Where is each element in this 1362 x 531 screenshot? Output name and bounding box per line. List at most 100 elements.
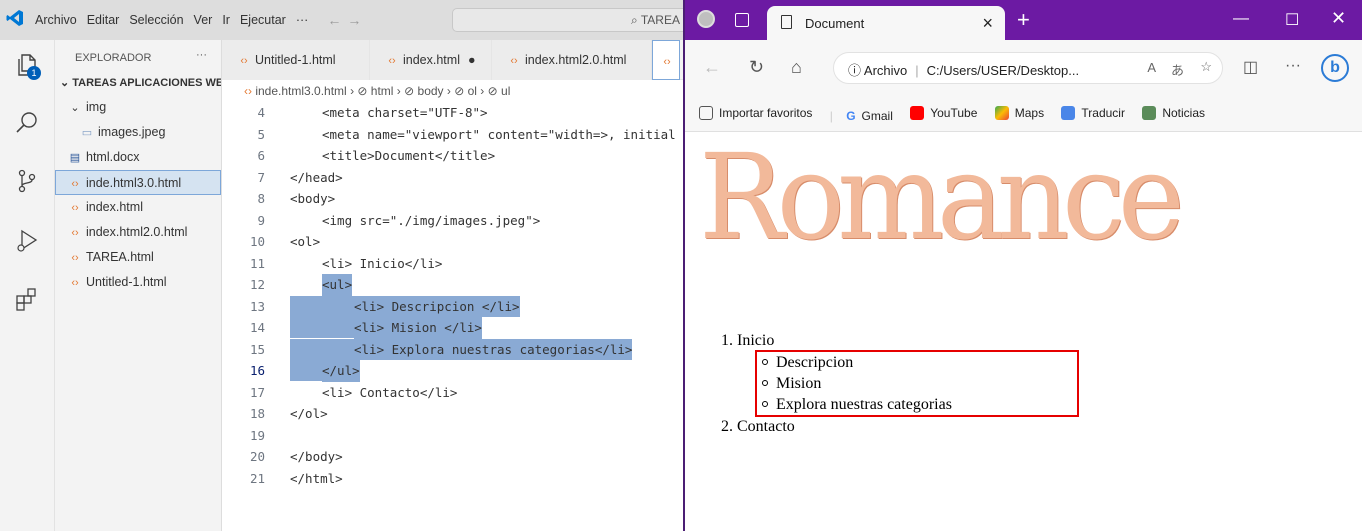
breadcrumb-ol[interactable]: ol	[468, 84, 477, 98]
search-sidebar-icon[interactable]	[14, 110, 40, 136]
settings-more-icon[interactable]: ···	[1285, 57, 1301, 75]
code-line: 6 <title>Document</title>	[222, 145, 683, 167]
browser-titlebar: Document × + — ☐ ✕	[685, 0, 1362, 40]
nav-back-forward-icon[interactable]: ←→	[327, 12, 367, 28]
immersive-reader-icon[interactable]: あ	[1171, 60, 1184, 79]
back-icon[interactable]: ←	[703, 57, 721, 78]
favorite-label: Maps	[1014, 106, 1045, 120]
command-center-label: TAREA	[640, 13, 680, 27]
close-tab-icon[interactable]: ×	[982, 13, 993, 34]
breadcrumb-html[interactable]: html	[371, 84, 394, 98]
line-number: 11	[249, 255, 265, 271]
tree-file-index-html2[interactable]: ‹› index.html2.0.html	[55, 220, 221, 245]
tree-item-label: img	[86, 100, 107, 114]
tab-index-html2[interactable]: ‹› index.html2.0.html	[492, 40, 652, 80]
split-screen-icon[interactable]: ◫	[1243, 57, 1258, 77]
line-number: 16	[249, 363, 265, 378]
menu-ir[interactable]: Ir	[217, 13, 235, 27]
maximize-icon[interactable]: ☐	[1285, 10, 1299, 30]
menu-editar[interactable]: Editar	[82, 13, 125, 27]
code-line: 18 </ol>	[222, 403, 683, 425]
line-code: <img src="./img/images.jpeg">	[322, 212, 541, 228]
favorite-label: Gmail	[861, 109, 893, 123]
code-editor[interactable]: ‹› Untitled-1.html ‹› index.html ● ‹› index.…	[222, 40, 683, 531]
maps-icon	[994, 106, 1009, 120]
home-icon[interactable]: ⌂	[791, 57, 802, 78]
menu-ver[interactable]: Ver	[189, 13, 218, 27]
bing-copilot-icon[interactable]: b	[1321, 54, 1349, 82]
code-line: 20 </body>	[222, 446, 683, 468]
workspace-folder[interactable]: ⌄ TAREAS APLICACIONES WEB	[55, 72, 221, 89]
line-number: 9	[257, 212, 265, 228]
vscode-logo-icon	[0, 9, 30, 32]
tree-file-inde-html3[interactable]: ‹› inde.html3.0.html	[55, 170, 221, 195]
line-number: 12	[249, 277, 265, 292]
info-icon: ⓘ	[848, 63, 864, 78]
extensions-icon[interactable]	[14, 286, 40, 312]
line-number: 19	[249, 427, 265, 443]
favorite-noticias[interactable]: Noticias	[1142, 106, 1205, 120]
favorite-gmail[interactable]: G Gmail	[846, 109, 893, 123]
tree-file-untitled-html[interactable]: ‹› Untitled-1.html	[55, 270, 221, 295]
tree-file-index-html[interactable]: ‹› index.html	[55, 195, 221, 220]
browser-tab-document[interactable]: Document ×	[767, 6, 1005, 40]
tree-file-tarea-html[interactable]: ‹› TAREA.html	[55, 245, 221, 270]
profile-avatar[interactable]	[697, 10, 715, 28]
breadcrumb-body[interactable]: body	[418, 84, 444, 98]
browser-toolbar: ← ↻ ⌂ ⓘ Archivo | C:/Users/USER/Desktop...…	[685, 40, 1362, 96]
breadcrumb-file[interactable]: inde.html3.0.html	[255, 84, 346, 98]
menu-more[interactable]: ···	[291, 13, 314, 27]
refresh-icon[interactable]: ↻	[749, 57, 764, 78]
close-window-icon[interactable]: ✕	[1331, 8, 1346, 29]
list-number: 2.	[721, 418, 733, 435]
favorite-star-icon[interactable]: ☆	[1200, 59, 1212, 75]
edge-browser-window: Document × + — ☐ ✕ ← ↻ ⌂ ⓘ Archivo | C:/Us…	[683, 0, 1362, 531]
highlight-box	[755, 350, 1079, 417]
list-item-inicio: 1. Inicio	[721, 332, 774, 350]
read-aloud-icon[interactable]: A	[1147, 60, 1156, 75]
favorite-maps[interactable]: Maps	[994, 106, 1045, 120]
explorer-files-icon[interactable]: 1	[14, 52, 41, 80]
menu-archivo[interactable]: Archivo	[30, 13, 82, 27]
explorer-header: EXPLORADOR ···	[55, 40, 221, 72]
new-tab-icon[interactable]: +	[1017, 7, 1030, 33]
tab-index-html[interactable]: ‹› index.html ●	[370, 40, 492, 80]
tree-item-label: TAREA.html	[86, 250, 154, 264]
explorer-more-button[interactable]: ···	[196, 49, 207, 61]
line-number: 13	[249, 298, 265, 314]
menu-seleccion[interactable]: Selección	[124, 13, 188, 27]
favorite-import[interactable]: Importar favoritos	[699, 106, 812, 120]
unsaved-dot-icon[interactable]: ●	[468, 53, 476, 67]
address-bar[interactable]: ⓘ Archivo | C:/Users/USER/Desktop... A あ ☆	[833, 52, 1223, 84]
menu-ejecutar[interactable]: Ejecutar	[235, 13, 291, 27]
code-line: 7 </head>	[222, 167, 683, 189]
activity-bar: 1	[0, 40, 55, 531]
html-file-icon: ‹›	[71, 202, 79, 214]
romance-banner-image: Romance	[699, 128, 1185, 266]
favorite-traducir[interactable]: Traducir	[1061, 106, 1125, 120]
line-number: 14	[249, 320, 265, 335]
breadcrumb-ul[interactable]: ul	[501, 84, 510, 98]
tab-untitled-1[interactable]: ‹› Untitled-1.html	[222, 40, 370, 80]
code-line-selected: 14 <li> Mision </li>	[222, 317, 683, 339]
tree-file-images-jpeg[interactable]: ▭ images.jpeg	[55, 120, 221, 145]
favorite-youtube[interactable]: YouTube	[910, 106, 977, 120]
source-control-icon[interactable]	[14, 168, 40, 194]
line-number: 6	[257, 148, 265, 163]
page-viewport: Romance 1. Inicio Descripcion Mision Exp…	[685, 132, 1362, 531]
news-icon	[1142, 106, 1157, 120]
code-line: 17 <li> Contacto</li>	[222, 382, 683, 404]
chevron-right-icon: › ⊘	[396, 84, 418, 98]
vscode-window: Archivo Editar Selección Ver Ir Ejecutar…	[0, 0, 692, 531]
run-debug-icon[interactable]	[14, 228, 40, 254]
tab-inde-html3-active[interactable]: ‹›	[652, 40, 680, 80]
tab-actions-icon[interactable]	[735, 13, 749, 27]
tree-item-label: index.html2.0.html	[86, 225, 188, 239]
list-item-contacto: 2. Contacto	[721, 418, 795, 436]
tree-folder-img[interactable]: ⌄ img	[55, 95, 221, 120]
favorites-bar: Importar favoritos | G Gmail YouTube Maps…	[685, 96, 1362, 132]
minimize-icon[interactable]: —	[1233, 10, 1249, 28]
favorite-label: Noticias	[1162, 106, 1206, 120]
command-center-search[interactable]: ⌕ TAREA	[452, 8, 692, 32]
tree-file-html-docx[interactable]: ▤ html.docx	[55, 145, 221, 170]
